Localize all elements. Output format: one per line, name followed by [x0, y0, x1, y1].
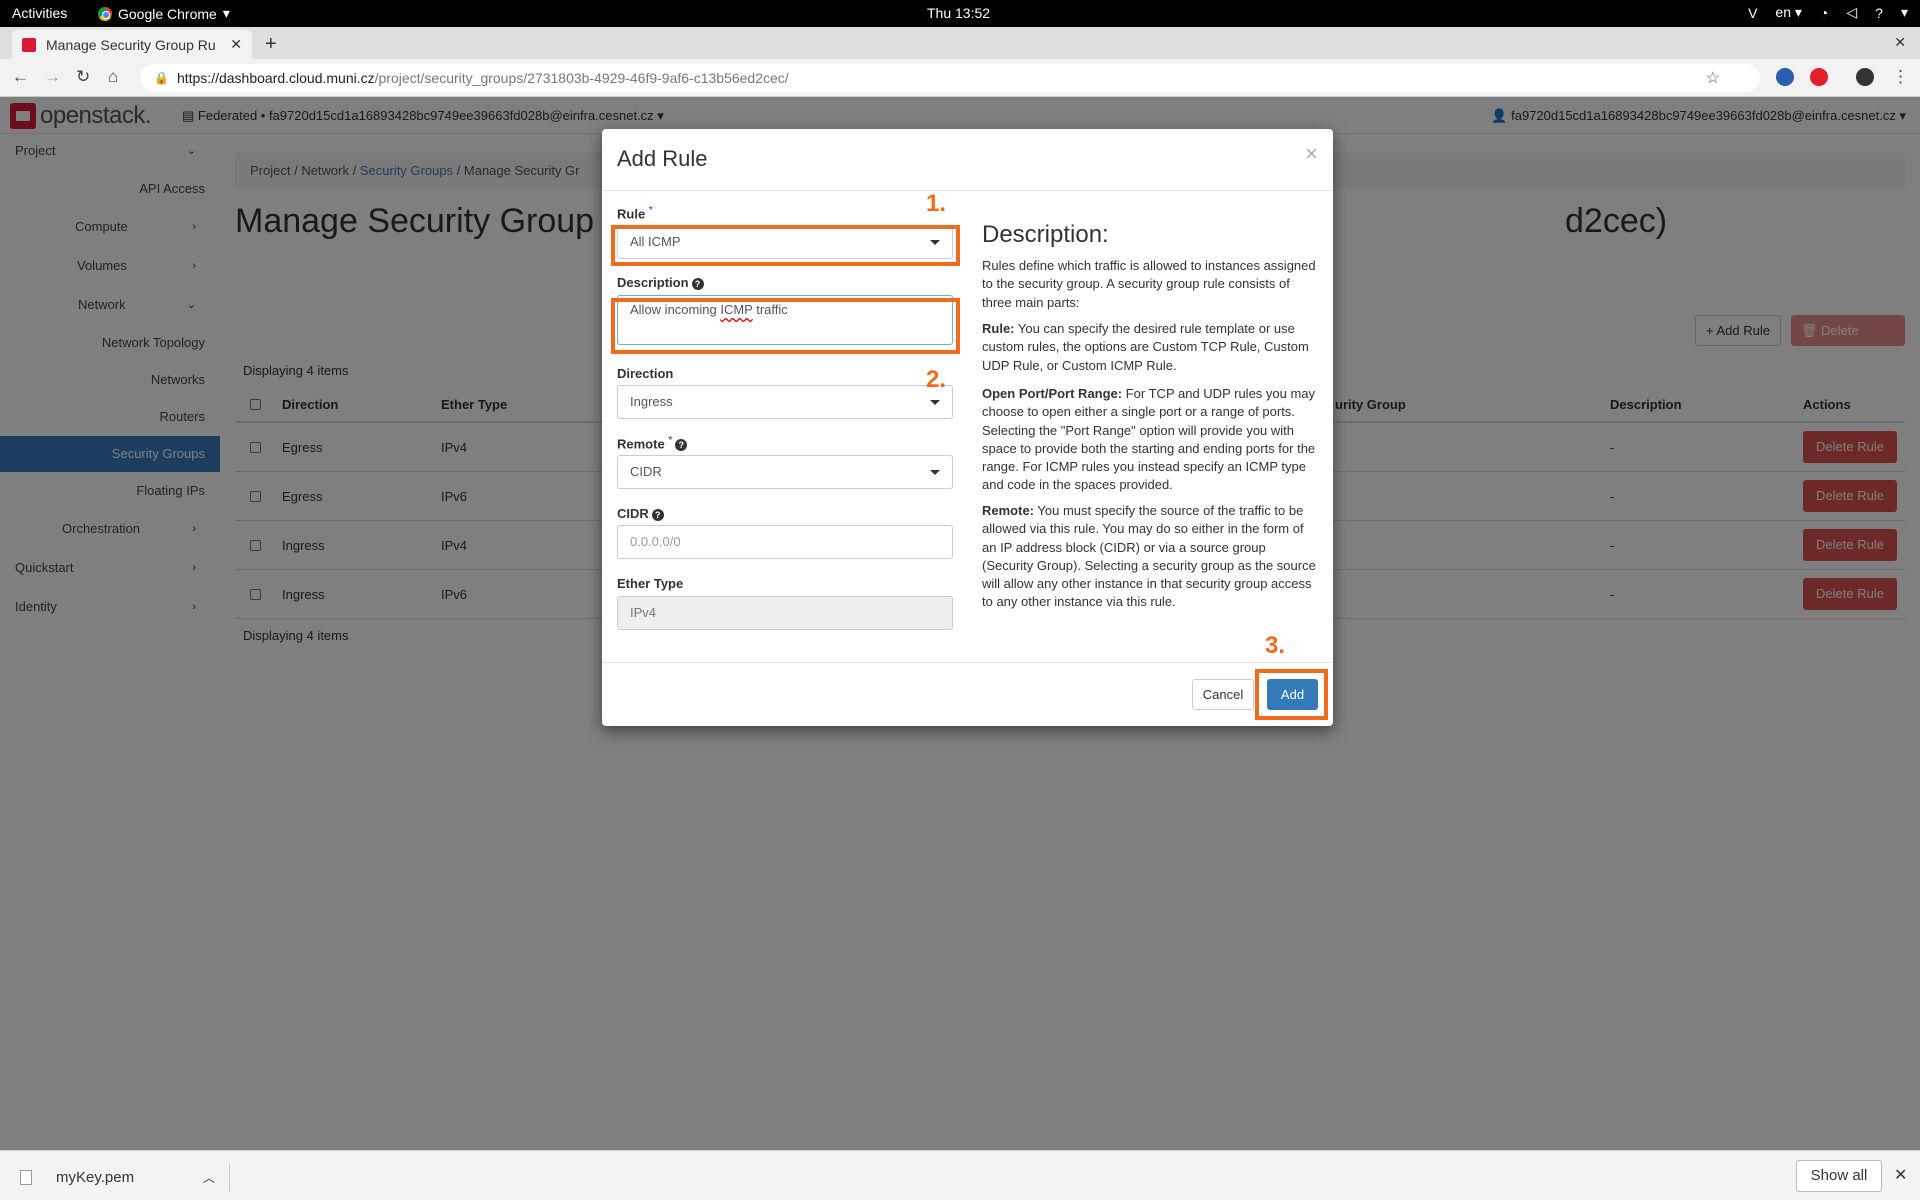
required-marker: *: [668, 435, 673, 446]
rule-label-text: Rule: [617, 206, 646, 222]
address-bar[interactable]: 🔒 https://dashboard.cloud.muni.cz/projec…: [140, 64, 1760, 92]
description-rule-term: Rule:: [982, 321, 1015, 336]
description-remote-text: You must specify the source of the traff…: [982, 503, 1316, 610]
download-filename: myKey.pem: [56, 1168, 135, 1186]
close-icon[interactable]: ✕: [1894, 1165, 1907, 1185]
cidr-input[interactable]: 0.0.0.0/0: [617, 525, 953, 559]
description-remote: Remote: You must specify the source of t…: [982, 502, 1318, 612]
highlight-rule-select: [611, 225, 960, 266]
show-all-button[interactable]: Show all: [1796, 1160, 1882, 1192]
app-name: Google Chrome: [118, 5, 217, 22]
description-remote-term: Remote:: [982, 503, 1035, 518]
home-icon[interactable]: ⌂: [108, 67, 118, 87]
volume-icon: ◁: [1846, 4, 1858, 20]
remote-label: Remote *?: [617, 435, 688, 452]
description-heading: Description:: [982, 221, 1109, 248]
bookmark-star-icon[interactable]: ☆: [1706, 68, 1720, 88]
new-tab-button[interactable]: +: [265, 33, 277, 56]
help-icon: ?: [1875, 4, 1883, 21]
description-rule-text: You can specify the desired rule templat…: [982, 321, 1309, 373]
tab-title: Manage Security Group Ru: [46, 36, 216, 53]
remote-label-text: Remote: [617, 436, 665, 452]
more-menu-icon[interactable]: ⋮: [1892, 67, 1909, 87]
remote-select[interactable]: CIDR: [617, 455, 953, 489]
description-label-text: Description: [617, 275, 689, 290]
caret-down-icon: [930, 470, 940, 475]
profile-avatar-icon[interactable]: [1856, 68, 1874, 86]
direction-label: Direction: [617, 366, 674, 381]
download-item[interactable]: myKey.pem ︿: [20, 1163, 230, 1191]
help-icon[interactable]: ?: [691, 278, 704, 290]
chevron-up-icon[interactable]: ︿: [203, 1169, 215, 1186]
url-host: https://dashboard.cloud.muni.cz: [176, 70, 375, 86]
forward-arrow-icon[interactable]: →: [44, 67, 61, 87]
cidr-label: CIDR?: [617, 506, 664, 521]
modal-footer: Cancel Add: [602, 662, 1333, 726]
step-2-label: 2.: [926, 366, 947, 393]
direction-selected-value: Ingress: [630, 394, 673, 409]
app-menu[interactable]: Google Chrome ▾: [98, 5, 230, 22]
extension-icon[interactable]: [1776, 68, 1794, 86]
required-marker: *: [648, 205, 653, 216]
remote-selected-value: CIDR: [630, 464, 662, 479]
cancel-button[interactable]: Cancel: [1192, 679, 1254, 710]
lock-icon: 🔒: [154, 71, 169, 85]
description-port-term: Open Port/Port Range:: [982, 386, 1123, 401]
reload-icon[interactable]: ↻: [76, 67, 90, 87]
system-top-bar: Activities Google Chrome ▾ Thu 13:52 V e…: [0, 0, 1920, 27]
activities-button[interactable]: Activities: [12, 5, 67, 21]
language-indicator[interactable]: en ▾: [1775, 4, 1802, 21]
language-label: en: [1775, 4, 1791, 20]
rule-label: Rule *: [617, 205, 653, 221]
highlight-description: [611, 298, 960, 354]
description-label: Description?: [617, 275, 704, 290]
step-3-label: 3.: [1265, 632, 1286, 659]
openstack-favicon-icon: [22, 37, 36, 52]
chrome-icon: [98, 6, 112, 21]
wifi-icon: ◔: [1819, 4, 1829, 21]
cidr-label-text: CIDR: [617, 506, 649, 521]
url-path: /project/security_groups/2731803b-4929-4…: [374, 70, 789, 86]
step-1-label: 1.: [926, 190, 947, 217]
description-port-range: Open Port/Port Range: For TCP and UDP ru…: [982, 385, 1318, 495]
modal-title: Add Rule: [617, 146, 708, 171]
vpn-icon: V: [1748, 4, 1758, 21]
clock[interactable]: Thu 13:52: [927, 5, 990, 21]
help-icon[interactable]: ?: [675, 439, 688, 452]
caret-down-icon: [930, 400, 940, 405]
opera-extension-icon[interactable]: [1810, 68, 1828, 86]
download-bar: myKey.pem ︿ Show all ✕: [0, 1150, 1920, 1200]
back-arrow-icon[interactable]: ←: [12, 67, 29, 87]
highlight-add-button: [1255, 669, 1328, 720]
close-icon[interactable]: ×: [1305, 141, 1318, 167]
browser-toolbar: ← → ↻ ⌂ 🔒 https://dashboard.cloud.muni.c…: [0, 59, 1920, 97]
browser-tab[interactable]: Manage Security Group Ru ✕: [12, 30, 252, 59]
add-rule-modal: Add Rule × Rule * All ICMP Description? …: [602, 129, 1333, 726]
tab-strip: Manage Security Group Ru ✕ + ✕: [0, 27, 1920, 59]
chevron-down-icon: ▾: [1900, 4, 1908, 20]
system-tray[interactable]: V en ▾ ◔ ◁ ? ▾: [1748, 4, 1908, 21]
chevron-down-icon: ▾: [222, 5, 230, 21]
description-port-text: For TCP and UDP rules you may choose to …: [982, 386, 1316, 493]
description-rule: Rule: You can specify the desired rule t…: [982, 320, 1318, 375]
close-tab-icon[interactable]: ✕: [230, 36, 242, 53]
description-intro: Rules define which traffic is allowed to…: [982, 258, 1316, 310]
direction-select[interactable]: Ingress: [617, 385, 953, 419]
ether-type-input: IPv4: [617, 596, 953, 630]
help-icon[interactable]: ?: [651, 509, 664, 521]
close-window-icon[interactable]: ✕: [1894, 34, 1906, 51]
modal-header: Add Rule ×: [602, 129, 1333, 191]
file-icon: [20, 1169, 32, 1185]
ether-type-label: Ether Type: [617, 576, 684, 591]
